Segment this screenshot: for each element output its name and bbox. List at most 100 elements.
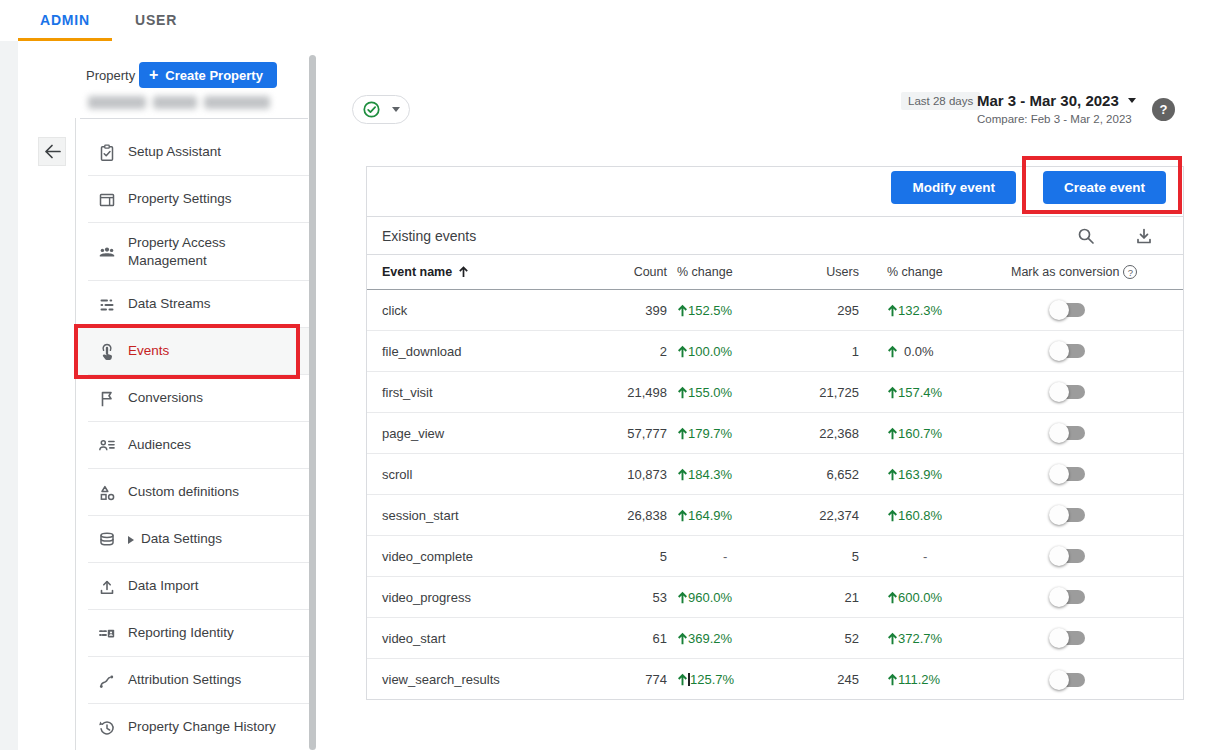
sidebar-item-label: Property Settings (128, 190, 232, 208)
count-cell: 5 (562, 549, 667, 564)
sidebar-item-events[interactable]: Events (75, 328, 309, 375)
sidebar-item-data-settings[interactable]: Data Settings (75, 516, 309, 563)
change-cell: 111.2% (859, 672, 1007, 687)
sidebar-item-property-access-management[interactable]: Property Access Management (75, 223, 309, 281)
up-arrow-icon (677, 632, 688, 645)
download-icon[interactable] (1133, 225, 1155, 247)
tab-user[interactable]: USER (135, 12, 177, 28)
up-arrow-icon (887, 632, 898, 645)
conversion-cell (1007, 300, 1185, 320)
event-row-scroll: scroll10,873184.3%6,652163.9% (367, 454, 1183, 495)
upload-icon (97, 577, 117, 597)
event-row-session_start: session_start26,838164.9%22,374160.8% (367, 495, 1183, 536)
sidebar-item-attribution-settings[interactable]: Attribution Settings (75, 657, 309, 704)
sidebar-item-property-change-history[interactable]: Property Change History (75, 704, 309, 750)
date-range-selector[interactable]: Mar 3 - Mar 30, 2023 (977, 92, 1136, 109)
redacted-text (153, 96, 197, 109)
status-check-dropdown[interactable] (352, 95, 410, 124)
mark-as-conversion-toggle[interactable] (1050, 464, 1086, 484)
up-arrow-icon (887, 427, 898, 440)
change-cell: 0.0% (859, 344, 1007, 359)
change-cell: 160.8% (859, 508, 1007, 523)
sidebar-item-label: Property Change History (128, 718, 276, 736)
sidebar-scrollbar[interactable] (309, 55, 316, 750)
count-cell: 21,498 (562, 385, 667, 400)
column-users-change[interactable]: % change (859, 265, 1007, 279)
change-cell: 100.0% (667, 344, 747, 359)
change-cell: 372.7% (859, 631, 1007, 646)
count-cell: 10,873 (562, 467, 667, 482)
sidebar-item-label: Attribution Settings (128, 671, 241, 689)
mark-as-conversion-toggle[interactable] (1050, 670, 1086, 690)
mark-as-conversion-toggle[interactable] (1050, 382, 1086, 402)
create-event-button[interactable]: Create event (1043, 171, 1166, 204)
conversion-cell (1007, 628, 1185, 648)
identity-icon (97, 624, 117, 644)
mark-as-conversion-toggle[interactable] (1050, 341, 1086, 361)
change-cell: 369.2% (667, 631, 747, 646)
users-cell: 5 (747, 549, 859, 564)
count-cell: 2 (562, 344, 667, 359)
conversion-cell (1007, 423, 1185, 443)
users-cell: 22,374 (747, 508, 859, 523)
sidebar-item-property-settings[interactable]: Property Settings (75, 176, 309, 223)
left-gutter (0, 41, 18, 750)
sidebar-item-data-import[interactable]: Data Import (75, 563, 309, 610)
help-circle-icon[interactable]: ? (1123, 265, 1137, 279)
modify-event-button[interactable]: Modify event (891, 171, 1016, 204)
mark-as-conversion-toggle[interactable] (1050, 423, 1086, 443)
column-count-change[interactable]: % change (667, 265, 747, 279)
up-arrow-icon (677, 673, 688, 686)
count-cell: 399 (562, 303, 667, 318)
column-count[interactable]: Count (562, 265, 667, 279)
event-name-cell: video_progress (367, 590, 562, 605)
sidebar-item-audiences[interactable]: Audiences (75, 422, 309, 469)
data-streams-icon (97, 295, 117, 315)
sidebar-item-label: Data Settings (141, 530, 222, 548)
mark-as-conversion-toggle[interactable] (1050, 587, 1086, 607)
conversion-cell (1007, 464, 1185, 484)
event-row-page_view: page_view57,777179.7%22,368160.7% (367, 413, 1183, 454)
up-arrow-icon (887, 673, 898, 686)
back-arrow-button[interactable] (38, 137, 66, 166)
check-circle-icon (362, 100, 381, 119)
flag-icon (97, 389, 117, 409)
table-title-row: Existing events (367, 217, 1183, 255)
audience-icon (97, 436, 117, 456)
mark-as-conversion-toggle[interactable] (1050, 505, 1086, 525)
conversion-cell (1007, 546, 1185, 566)
sidebar-item-setup-assistant[interactable]: Setup Assistant (75, 129, 309, 176)
column-users[interactable]: Users (747, 265, 859, 279)
change-cell: 179.7% (667, 426, 747, 441)
database-icon (97, 530, 117, 550)
sidebar-item-label: Events (128, 342, 169, 360)
event-row-video_start: video_start61369.2%52372.7% (367, 618, 1183, 659)
sidebar-item-custom-definitions[interactable]: Custom definitions (75, 469, 309, 516)
sidebar-item-label: Data Streams (128, 295, 211, 313)
redacted-text (88, 96, 146, 109)
change-cell: 163.9% (859, 467, 1007, 482)
help-icon[interactable]: ? (1152, 98, 1175, 121)
sidebar-item-conversions[interactable]: Conversions (75, 375, 309, 422)
sidebar-item-reporting-identity[interactable]: Reporting Identity (75, 610, 309, 657)
search-icon[interactable] (1075, 225, 1097, 247)
property-name-redacted[interactable] (88, 96, 270, 109)
tab-admin[interactable]: ADMIN (40, 12, 90, 28)
up-arrow-icon (677, 304, 688, 317)
mark-as-conversion-toggle[interactable] (1050, 300, 1086, 320)
event-name-cell: scroll (367, 467, 562, 482)
change-cell: 157.4% (859, 385, 1007, 400)
create-property-button[interactable]: + Create Property (139, 62, 277, 88)
conversion-cell (1007, 587, 1185, 607)
count-cell: 26,838 (562, 508, 667, 523)
sidebar-item-data-streams[interactable]: Data Streams (75, 281, 309, 328)
change-cell: 184.3% (667, 467, 747, 482)
sidebar-item-label: Data Import (128, 577, 199, 595)
column-event-name[interactable]: Event name (367, 265, 562, 279)
up-arrow-icon (677, 386, 688, 399)
mark-as-conversion-toggle[interactable] (1050, 546, 1086, 566)
up-arrow-icon (677, 468, 688, 481)
attribution-icon (97, 671, 117, 691)
users-cell: 245 (747, 672, 859, 687)
mark-as-conversion-toggle[interactable] (1050, 628, 1086, 648)
